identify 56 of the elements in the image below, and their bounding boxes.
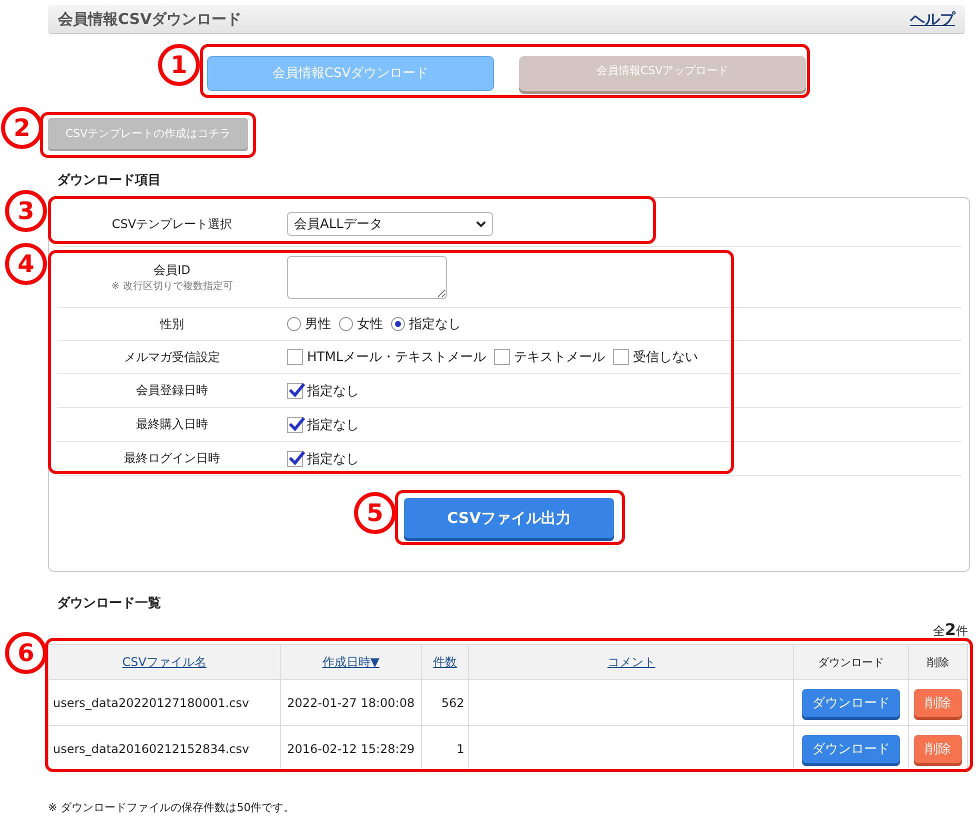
delete-button[interactable]: 削除 [914, 734, 962, 762]
total-count: 全2件 [932, 620, 968, 640]
column-header[interactable]: 作成日時▼ [322, 654, 380, 668]
member-id-field[interactable] [287, 256, 447, 298]
checkbox[interactable] [287, 349, 303, 365]
option-label: 男性 [305, 316, 331, 333]
callout-number: 6 [5, 632, 47, 674]
table-cell: users_data20160212152834.csv [48, 726, 280, 772]
section-heading: ダウンロード一覧 [57, 596, 161, 611]
checkbox[interactable] [287, 382, 303, 398]
field-label: メルマガ受信設定 [124, 348, 220, 366]
footnote: ※ ダウンロードファイルの保存件数は50件です。 [48, 800, 296, 815]
radio-button[interactable] [287, 317, 301, 331]
option-label: 指定なし [307, 416, 359, 434]
tab[interactable]: 会員情報CSVダウンロード [207, 56, 494, 91]
option-label: 女性 [357, 316, 383, 333]
column-header[interactable]: CSVファイル名 [122, 654, 206, 668]
option-label: 指定なし [307, 450, 359, 468]
download-button[interactable]: ダウンロード [802, 688, 900, 716]
option-label: 指定なし [409, 316, 461, 333]
chevron-icon [476, 220, 486, 228]
callout-number: 1 [158, 44, 200, 86]
download-button[interactable]: ダウンロード [802, 734, 900, 762]
field-label: 最終購入日時 [136, 416, 208, 433]
field-label: 性別 [160, 316, 184, 332]
option-label: テキストメール [514, 349, 606, 366]
callout-number: 4 [5, 243, 47, 285]
csv-export-button[interactable]: CSVファイル出力 [404, 498, 614, 538]
option-label: HTMLメール・テキストメール [307, 349, 486, 366]
template-button[interactable]: CSVテンプレートの作成はコチラ [48, 118, 248, 149]
column-header[interactable]: コメント [607, 654, 656, 668]
field-label: 最終ログイン日時 [124, 450, 220, 467]
column-header: ダウンロード [818, 656, 884, 668]
option-label: 指定なし [307, 382, 359, 400]
radio-button[interactable] [391, 317, 405, 331]
radio-button[interactable] [339, 317, 353, 331]
field-note: ※ 改行区切りで複数指定可 [111, 280, 233, 292]
column-header: 削除 [927, 656, 950, 668]
checkbox[interactable] [494, 349, 510, 365]
field-label: 会員登録日時 [136, 382, 208, 399]
section-heading: ダウンロード項目 [57, 173, 161, 188]
page-title: 会員情報CSVダウンロード [58, 10, 242, 28]
template-select[interactable]: 会員ALLデータ [287, 212, 493, 236]
checkbox[interactable] [287, 416, 303, 432]
field-label: 会員ID [154, 262, 190, 278]
callout-number: 2 [1, 107, 43, 149]
checkbox[interactable] [287, 450, 303, 466]
delete-button[interactable]: 削除 [914, 688, 962, 716]
callout-number: 3 [5, 190, 47, 232]
field-label: CSVテンプレート選択 [112, 216, 232, 232]
checkbox[interactable] [613, 349, 630, 365]
table-cell: users_data20220127180001.csv [48, 680, 280, 726]
help-link[interactable]: ヘルプ [910, 10, 955, 28]
table-cell: 562 [422, 680, 469, 726]
table-cell: 2022-01-27 18:00:08 [280, 680, 422, 726]
option-label: 受信しない [633, 349, 698, 366]
